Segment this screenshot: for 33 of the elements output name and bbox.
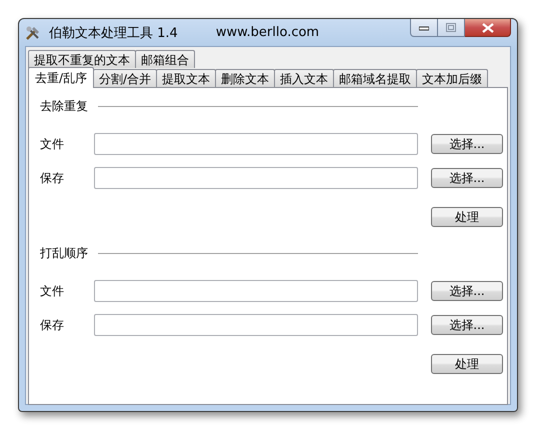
minimize-icon — [419, 24, 429, 30]
tab[interactable]: 提取文本 — [156, 69, 216, 87]
browse-button[interactable]: 选择... — [431, 134, 503, 154]
tab[interactable]: 去重/乱序 — [28, 67, 94, 88]
tab[interactable]: 插入文本 — [274, 69, 334, 87]
tab[interactable]: 提取不重复的文本 — [28, 50, 136, 68]
website-text: www.berllo.com — [216, 25, 320, 40]
field-label: 保存 — [40, 170, 65, 186]
path-input-field[interactable] — [94, 133, 418, 155]
process-button[interactable]: 处理 — [431, 207, 503, 227]
tab[interactable]: 文本加后缀 — [416, 69, 488, 87]
field-label: 保存 — [40, 316, 65, 334]
browse-button[interactable]: 选择... — [431, 281, 503, 301]
window-title: 伯勒文本处理工具 1.4 — [49, 24, 178, 42]
tab[interactable]: 删除文本 — [215, 69, 276, 87]
browse-button[interactable]: 选择... — [431, 168, 503, 188]
close-icon — [482, 22, 494, 32]
section-title: 打乱顺序 — [40, 244, 88, 262]
field-label: 文件 — [40, 282, 65, 300]
tab[interactable]: 分割/合并 — [93, 69, 158, 87]
field-label: 文件 — [40, 136, 65, 152]
section-title: 去除重复 — [40, 98, 88, 114]
browse-button[interactable]: 选择... — [431, 315, 503, 335]
minimize-button[interactable] — [410, 19, 438, 37]
path-input-field[interactable] — [94, 314, 418, 336]
close-button[interactable] — [465, 19, 511, 37]
tools-icon — [25, 24, 41, 40]
maximize-icon — [446, 23, 456, 32]
tab[interactable]: 邮箱组合 — [135, 50, 195, 68]
tab[interactable]: 邮箱域名提取 — [333, 69, 418, 87]
process-button[interactable]: 处理 — [431, 354, 503, 374]
path-input-field[interactable] — [94, 280, 418, 302]
path-input-field[interactable] — [94, 167, 418, 189]
